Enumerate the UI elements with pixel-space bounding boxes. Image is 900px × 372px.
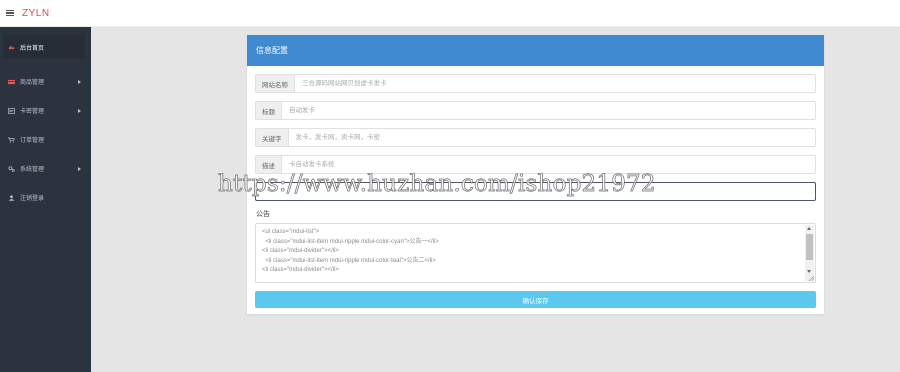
sidebar-item-logout[interactable]: 注销登录	[0, 183, 91, 212]
user-icon	[8, 194, 15, 201]
goods-icon	[8, 79, 15, 84]
scroll-thumb[interactable]	[806, 234, 813, 260]
sidebar-item-goods[interactable]: 商品管理	[0, 67, 91, 96]
config-form: 网站名称 标题 关键字 描述 公告 <ul class="mdui-list">…	[255, 74, 816, 308]
cart-icon	[8, 137, 15, 143]
notice-line: <li class="mdui-divider"></li>	[262, 248, 339, 255]
sidebar: 后台首页 商品管理 卡密管理 订单管理 系统管理 注销登录	[0, 27, 91, 372]
notice-textarea[interactable]: <ul class="mdui-list"> <li class="mdui-l…	[255, 223, 816, 283]
notice-label: 公告	[256, 211, 270, 218]
sidebar-item-system[interactable]: 系统管理	[0, 154, 91, 183]
notice-line: <li class="mdui-list-item mdui-ripple md…	[262, 257, 436, 264]
site-name-input[interactable]	[295, 75, 815, 92]
description-label: 描述	[256, 156, 282, 173]
sidebar-item-label: 注销登录	[20, 196, 45, 202]
card-title: 信息配置	[247, 35, 824, 66]
chevron-right-icon	[78, 166, 81, 171]
save-button[interactable]: 确认保存	[255, 291, 816, 308]
sidebar-item-label: 后台首页	[20, 45, 45, 52]
dashboard-icon	[8, 46, 15, 50]
textarea-scrollbar[interactable]	[805, 225, 814, 281]
sidebar-item-card-keys[interactable]: 卡密管理	[0, 96, 91, 125]
description-field: 描述	[255, 155, 816, 174]
sidebar-item-dashboard[interactable]: 后台首页	[3, 35, 85, 59]
chevron-right-icon	[78, 79, 81, 84]
notice-line: <ul class="mdui-list">	[262, 229, 320, 235]
keywords-input[interactable]	[288, 129, 815, 146]
site-name-label: 网站名称	[256, 75, 295, 92]
focused-input-field[interactable]	[255, 182, 816, 201]
title-field: 标题	[255, 101, 816, 120]
keywords-label: 关键字	[256, 129, 289, 146]
menu-icon[interactable]	[6, 9, 14, 17]
sidebar-item-orders[interactable]: 订单管理	[0, 125, 91, 154]
focused-input[interactable]	[256, 188, 815, 195]
site-name-field: 网站名称	[255, 74, 816, 93]
config-card: 信息配置 网站名称 标题 关键字 描述 公告 <ul class="mdui-l…	[247, 35, 824, 314]
sidebar-item-label: 卡密管理	[20, 109, 45, 115]
scroll-up-icon[interactable]	[807, 227, 811, 230]
brand-logo[interactable]: ZYLN	[22, 8, 50, 19]
top-bar: ZYLN	[0, 0, 900, 27]
notice-textarea-content[interactable]: <ul class="mdui-list"> <li class="mdui-l…	[256, 224, 815, 276]
title-input[interactable]	[282, 102, 815, 119]
title-label: 标题	[256, 102, 282, 119]
settings-icon	[8, 165, 15, 172]
card-key-icon	[8, 107, 15, 114]
description-input[interactable]	[282, 156, 815, 173]
keywords-field: 关键字	[255, 128, 816, 147]
resize-handle-icon[interactable]	[808, 275, 814, 281]
chevron-right-icon	[78, 108, 81, 113]
sidebar-item-label: 系统管理	[20, 167, 45, 173]
notice-line: <li class="mdui-divider"></li>	[262, 267, 339, 274]
sidebar-item-label: 订单管理	[20, 138, 45, 144]
scroll-down-icon[interactable]	[807, 270, 811, 273]
notice-line: <li class="mdui-list-item mdui-ripple md…	[262, 238, 439, 245]
sidebar-item-label: 商品管理	[20, 80, 45, 86]
